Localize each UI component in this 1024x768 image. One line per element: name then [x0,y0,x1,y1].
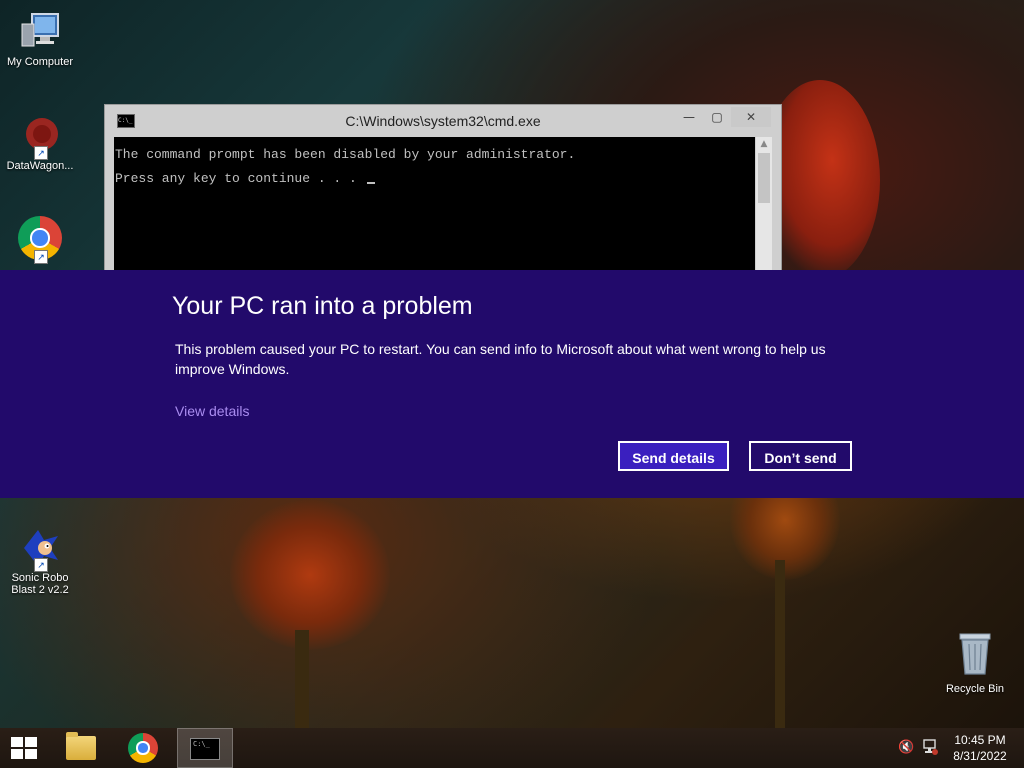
desktop-icon-recycle-bin-label: Recycle Bin [935,683,1015,695]
desktop-icon-label: My Computer [6,56,74,68]
dont-send-button[interactable]: Don’t send [749,441,852,471]
desktop-icon-label: DataWagon... [6,160,74,172]
wallpaper-stem [775,560,785,728]
cmd-window[interactable]: C:\_ C:\Windows\system32\cmd.exe — ▢ ✕ T… [104,104,782,287]
scroll-thumb[interactable] [758,153,770,203]
clock-date: 8/31/2022 [953,749,1007,763]
computer-icon [18,10,62,54]
desktop-icon-label: Recycle Bin [945,683,1005,695]
minimize-button[interactable]: — [675,107,703,127]
volume-muted-icon[interactable]: 🔇 [898,740,914,755]
console-line-prompt: Press any key to continue . . . [115,171,375,186]
wallpaper-tulip-petal [230,500,390,650]
chrome-icon [128,733,158,763]
taskbar-cmd[interactable]: C:\_ [177,728,233,768]
text-cursor [366,182,375,184]
scroll-up-arrow-icon[interactable]: ▲ [759,139,769,149]
error-dialog: Your PC ran into a problem This problem … [0,270,1024,498]
console-line: The command prompt has been disabled by … [115,147,576,162]
error-message: This problem caused your PC to restart. … [175,341,826,377]
cmd-titlebar[interactable]: C:\_ C:\Windows\system32\cmd.exe — ▢ ✕ [105,105,781,135]
clock[interactable]: 10:45 PM 8/31/2022 [944,732,1016,764]
taskbar-chrome[interactable] [120,728,166,768]
file-explorer-icon [66,732,96,760]
send-details-button[interactable]: Send details [618,441,729,471]
clock-time: 10:45 PM [954,733,1006,747]
network-icon[interactable] [922,738,938,760]
windows-logo-icon [11,737,37,759]
sonic-icon: ↗ [18,526,62,572]
view-details-link[interactable]: View details [175,403,249,419]
error-title: Your PC ran into a problem [172,292,473,320]
datawagon-icon: ↗ [18,114,62,160]
desktop-icon-datawagon[interactable]: ↗ DataWagon... [0,114,80,172]
maximize-button[interactable]: ▢ [703,107,731,127]
desktop-icon-chrome[interactable]: ↗ [0,216,80,264]
shortcut-arrow-icon: ↗ [34,250,48,264]
shortcut-arrow-icon: ↗ [34,146,48,160]
recycle-bin-icon[interactable] [956,632,994,676]
cmd-scrollbar[interactable]: ▲ [756,137,772,287]
taskbar-file-explorer[interactable] [58,728,104,768]
cmd-icon: C:\_ [190,738,220,760]
wallpaper-stem [295,630,309,728]
cmd-console[interactable]: The command prompt has been disabled by … [114,137,755,287]
console-line: Press any key to continue . . . [115,171,365,186]
desktop-icon-label: Sonic Robo Blast 2 v2.2 [11,572,69,596]
shortcut-arrow-icon: ↗ [34,558,48,572]
start-button[interactable] [0,728,48,768]
desktop-icon-sonic[interactable]: ↗ Sonic Robo Blast 2 v2.2 [0,526,80,596]
taskbar: C:\_ 🔇 10:45 PM 8/31/2022 [0,728,1024,768]
close-button[interactable]: ✕ [731,107,771,127]
chrome-icon: ↗ [18,216,62,264]
desktop-icon-my-computer[interactable]: My Computer [0,10,80,68]
